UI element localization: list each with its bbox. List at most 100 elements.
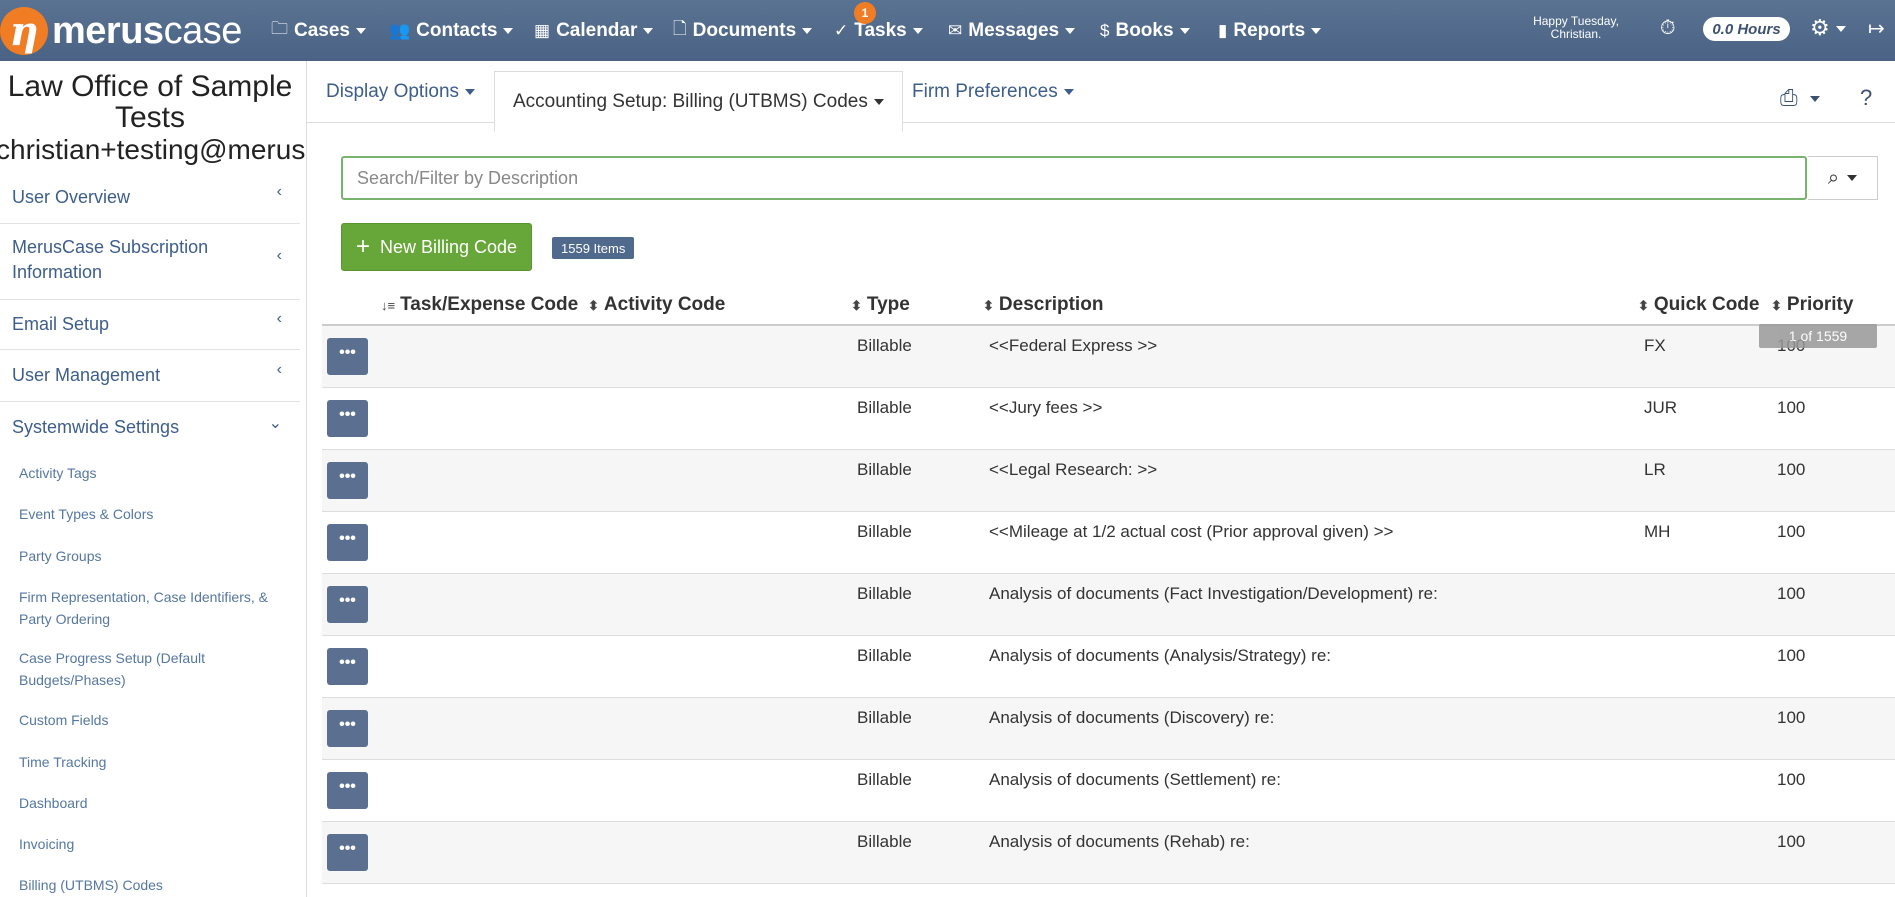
chevron-down-icon: [503, 27, 514, 34]
meruscase-logo[interactable]: η meruscase: [0, 5, 242, 57]
col-label: Task/Expense Code: [400, 294, 579, 315]
cell-description: Analysis of documents (Fact Investigatio…: [989, 584, 1438, 603]
col-type[interactable]: ⬍ Type: [851, 294, 910, 316]
hours-badge[interactable]: 0.0 Hours: [1703, 17, 1790, 41]
sidebar-sub-time-tracking[interactable]: Time Tracking: [19, 751, 289, 773]
sidebar-sub-case-progress[interactable]: Case Progress Setup (Default Budgets/Pha…: [19, 647, 289, 691]
chevron-down-icon: [1809, 96, 1820, 103]
logo-mark-icon: η: [0, 7, 48, 55]
table-row[interactable]: ••• Billable Analysis of documents (Anal…: [322, 636, 1895, 698]
chevron-down-icon: [912, 27, 923, 34]
row-actions-button[interactable]: •••: [327, 462, 368, 499]
sort-icon: ⬍: [851, 298, 862, 313]
cell-description: <<Mileage at 1/2 actual cost (Prior appr…: [989, 522, 1394, 541]
row-actions-button[interactable]: •••: [327, 710, 368, 747]
tab-firm-preferences[interactable]: Firm Preferences: [912, 61, 1074, 122]
sidebar: Law Office of Sample Tests christian+tes…: [0, 61, 307, 897]
col-activity-code[interactable]: ⬍ Activity Code: [588, 294, 725, 316]
sidebar-sub-custom-fields[interactable]: Custom Fields: [19, 709, 289, 731]
col-priority[interactable]: ⬍ Priority: [1771, 294, 1853, 316]
dollar-circle-icon: $: [1100, 20, 1110, 40]
nav-calendar[interactable]: ▦ Calendar: [534, 0, 654, 61]
cell-type: Billable: [857, 522, 912, 541]
sidebar-sub-billing-codes[interactable]: Billing (UTBMS) Codes: [19, 874, 289, 896]
tab-accounting-setup[interactable]: Accounting Setup: Billing (UTBMS) Codes: [494, 71, 903, 132]
cell-priority: 100: [1777, 460, 1806, 479]
table-row[interactable]: ••• Billable <<Legal Research: >> LR 100: [322, 450, 1895, 512]
cell-priority: 100: [1777, 832, 1806, 851]
items-count-badge: 1559 Items: [552, 237, 635, 259]
sidebar-item-systemwide-settings[interactable]: Systemwide Settings ⌄: [0, 401, 300, 451]
table-row[interactable]: ••• Billable Analysis of documents (Fact…: [322, 574, 1895, 636]
table-row[interactable]: ••• Billable <<Jury fees >> JUR 100: [322, 388, 1895, 450]
row-actions-button[interactable]: •••: [327, 648, 368, 685]
col-task-expense-code[interactable]: ↓≡ Task/Expense Code: [381, 294, 578, 316]
sidebar-sub-dashboard[interactable]: Dashboard: [19, 792, 289, 814]
table-row[interactable]: ••• Billable Analysis of documents (Disc…: [322, 698, 1895, 760]
col-label: Priority: [1786, 294, 1854, 315]
sidebar-sub-activity-tags[interactable]: Activity Tags: [19, 462, 289, 484]
gear-icon[interactable]: ⚙: [1810, 15, 1846, 41]
cell-type: Billable: [857, 460, 912, 479]
row-actions-button[interactable]: •••: [327, 338, 368, 375]
nav-books[interactable]: $ Books: [1100, 0, 1190, 61]
settings-tabbar: Display Options Accounting Setup: Billin…: [306, 61, 1895, 132]
sidebar-sub-event-types[interactable]: Event Types & Colors: [19, 503, 289, 525]
sign-out-icon[interactable]: ↦: [1868, 16, 1885, 41]
chevron-left-icon: ‹: [276, 310, 282, 327]
cell-type: Billable: [857, 584, 912, 603]
nav-tasks[interactable]: ✓ Tasks: [834, 0, 923, 61]
nav-cases-label: Cases: [294, 19, 350, 41]
chevron-down-icon: [1065, 27, 1076, 34]
sidebar-item-subscription[interactable]: MerusCase Subscription Information ‹: [0, 223, 300, 300]
greeting-line2: Christian.: [1550, 27, 1602, 41]
search-input[interactable]: [341, 156, 1807, 200]
sidebar-sub-firm-representation[interactable]: Firm Representation, Case Identifiers, &…: [19, 586, 289, 630]
table-header: ↓≡ Task/Expense Code ⬍ Activity Code ⬍ Type…: [322, 284, 1895, 326]
sidebar-sub-party-groups[interactable]: Party Groups: [19, 545, 289, 567]
col-quick-code[interactable]: ⬍ Quick Code: [1638, 294, 1759, 316]
table-row[interactable]: ••• Billable <<Mileage at 1/2 actual cos…: [322, 512, 1895, 574]
cell-priority: 100: [1777, 770, 1806, 789]
tab-label: Firm Preferences: [912, 80, 1058, 102]
cell-priority: 100: [1777, 708, 1806, 727]
sidebar-item-label: Systemwide Settings: [12, 417, 180, 437]
help-icon[interactable]: ?: [1860, 85, 1872, 111]
sidebar-item-user-management[interactable]: User Management ‹: [0, 349, 300, 402]
sort-icon: ⬍: [1638, 298, 1649, 313]
sidebar-item-email-setup[interactable]: Email Setup ‹: [0, 299, 300, 350]
sidebar-item-user-overview[interactable]: User Overview ‹: [0, 171, 300, 224]
print-icon[interactable]: ⎙: [1780, 85, 1820, 111]
tab-label: Display Options: [326, 80, 460, 102]
nav-reports[interactable]: ▮ Reports: [1218, 0, 1322, 61]
nav-documents[interactable]: 🗋 Documents: [673, 0, 813, 61]
search-button[interactable]: ⌕: [1808, 156, 1878, 200]
sort-asc-icon: ↓≡: [381, 298, 396, 313]
cell-description: <<Federal Express >>: [989, 336, 1158, 355]
nav-messages[interactable]: ✉ Messages: [948, 0, 1076, 61]
row-actions-button[interactable]: •••: [327, 400, 368, 437]
stopwatch-icon[interactable]: ⏱: [1660, 17, 1676, 40]
sidebar-item-label: Email Setup: [12, 314, 110, 334]
scroll-position-tooltip: 1 of 1559: [1759, 324, 1877, 348]
chevron-down-icon: [802, 27, 813, 34]
document-icon: 🗋: [673, 19, 687, 38]
nav-books-label: Books: [1115, 19, 1174, 41]
table-row[interactable]: ••• Billable Analysis of documents (Reha…: [322, 822, 1895, 884]
chevron-down-icon: [643, 27, 654, 34]
new-billing-code-button[interactable]: + New Billing Code: [341, 223, 532, 271]
row-actions-button[interactable]: •••: [327, 834, 368, 871]
nav-contacts[interactable]: 👥 Contacts: [389, 0, 514, 61]
cell-priority: 100: [1777, 584, 1806, 603]
table-row[interactable]: ••• Billable <<Federal Express >> FX 100: [322, 326, 1895, 388]
chevron-down-icon: [1063, 88, 1074, 95]
row-actions-button[interactable]: •••: [327, 772, 368, 809]
tab-display-options[interactable]: Display Options: [326, 61, 476, 122]
row-actions-button[interactable]: •••: [327, 586, 368, 623]
nav-cases[interactable]: 🗀 Cases: [271, 0, 366, 61]
table-row[interactable]: ••• Billable Analysis of documents (Sett…: [322, 760, 1895, 822]
cell-type: Billable: [857, 398, 912, 417]
col-description[interactable]: ⬍ Description: [983, 294, 1103, 316]
sidebar-sub-invoicing[interactable]: Invoicing: [19, 833, 289, 855]
row-actions-button[interactable]: •••: [327, 524, 368, 561]
